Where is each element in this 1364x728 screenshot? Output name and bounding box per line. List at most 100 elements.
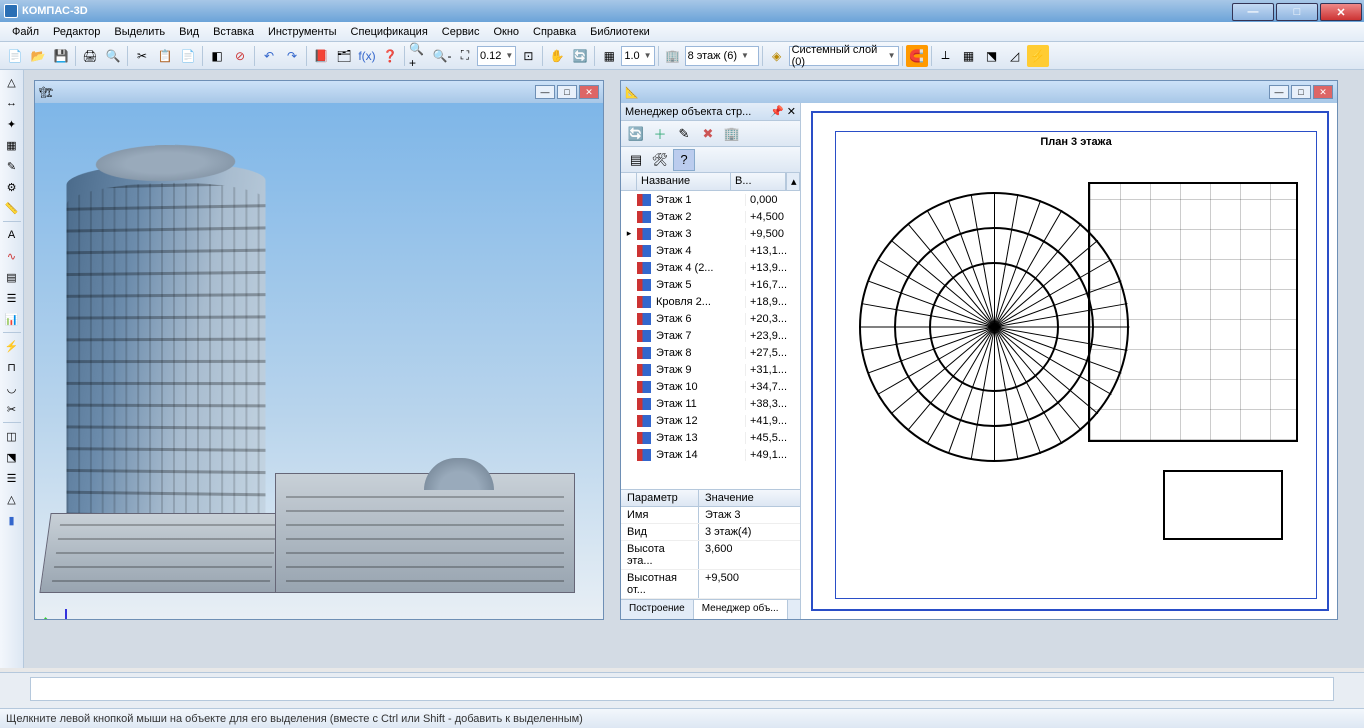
zoom-window-button[interactable]: ⛶ <box>454 45 476 67</box>
scale-combo[interactable]: 1.0▼ <box>621 46 654 66</box>
close-button[interactable]: ✕ <box>1320 3 1362 21</box>
settings-icon[interactable]: 🛠 <box>649 149 671 171</box>
menu-service[interactable]: Сервис <box>436 24 486 40</box>
menu-window[interactable]: Окно <box>487 24 525 40</box>
spec-icon[interactable]: ☰ <box>2 288 22 308</box>
3d-minimize-button[interactable]: — <box>535 85 555 99</box>
floor-row[interactable]: Этаж 10,000 <box>621 191 800 208</box>
manager-close-icon[interactable]: ✕ <box>787 106 796 118</box>
floor-row[interactable]: Этаж 4+13,1... <box>621 242 800 259</box>
add-button[interactable]: ＋ <box>649 123 671 145</box>
param-icon[interactable]: ⚙ <box>2 177 22 197</box>
floor-row[interactable]: ▸Этаж 3+9,500 <box>621 225 800 242</box>
edit-icon[interactable]: ✎ <box>2 156 22 176</box>
param-value[interactable]: Этаж 3 <box>699 507 800 523</box>
ortho-button[interactable]: ⬔ <box>981 45 1003 67</box>
snap-button[interactable]: 🧲 <box>906 45 928 67</box>
menu-libraries[interactable]: Библиотеки <box>584 24 656 40</box>
floor-row[interactable]: Этаж 11+38,3... <box>621 395 800 412</box>
building-button[interactable]: 🏢 <box>721 123 743 145</box>
zoom-out-button[interactable]: 🔍- <box>431 45 453 67</box>
cut-button[interactable]: ✂ <box>131 45 153 67</box>
column-icon[interactable]: ▮ <box>2 510 22 530</box>
dimension-icon[interactable]: ↔ <box>2 93 22 113</box>
param-row[interactable]: ИмяЭтаж 3 <box>621 507 800 524</box>
wall-icon[interactable]: ⊓ <box>2 357 22 377</box>
redo-button[interactable]: ↷ <box>281 45 303 67</box>
help-icon[interactable]: ? <box>673 149 695 171</box>
table-icon[interactable]: ▤ <box>2 267 22 287</box>
spline-icon[interactable]: ∿ <box>2 246 22 266</box>
floor-row[interactable]: Этаж 10+34,7... <box>621 378 800 395</box>
door-icon[interactable]: ⬔ <box>2 447 22 467</box>
2d-maximize-button[interactable]: □ <box>1291 85 1311 99</box>
delete-button[interactable]: ✖ <box>697 123 719 145</box>
pan-button[interactable]: ✋ <box>546 45 568 67</box>
3d-close-button[interactable]: ✕ <box>579 85 599 99</box>
symbol-icon[interactable]: ✦ <box>2 114 22 134</box>
3d-maximize-button[interactable]: □ <box>557 85 577 99</box>
menu-file[interactable]: Файл <box>6 24 45 40</box>
tab-manager[interactable]: Менеджер объ... <box>694 600 788 619</box>
floor-row[interactable]: Этаж 13+45,5... <box>621 429 800 446</box>
menu-insert[interactable]: Вставка <box>207 24 260 40</box>
library-button[interactable]: 📕 <box>310 45 332 67</box>
zoom-combo[interactable]: 0.12▼ <box>477 46 516 66</box>
floor-combo[interactable]: 8 этаж (6)▼ <box>685 46 759 66</box>
menu-help[interactable]: Справка <box>527 24 582 40</box>
2d-minimize-button[interactable]: — <box>1269 85 1289 99</box>
floor-row[interactable]: Этаж 12+41,9... <box>621 412 800 429</box>
floor-row[interactable]: Этаж 5+16,7... <box>621 276 800 293</box>
zoom-fit-button[interactable]: ⊡ <box>517 45 539 67</box>
2d-close-button[interactable]: ✕ <box>1313 85 1333 99</box>
param-value[interactable]: +9,500 <box>699 570 800 598</box>
stair-icon[interactable]: ☰ <box>2 468 22 488</box>
window-icon[interactable]: ◫ <box>2 426 22 446</box>
menu-select[interactable]: Выделить <box>108 24 171 40</box>
menu-spec[interactable]: Спецификация <box>345 24 434 40</box>
properties-button[interactable]: ◧ <box>206 45 228 67</box>
col-value[interactable]: В... <box>731 173 786 190</box>
arc-icon[interactable]: ◡ <box>2 378 22 398</box>
floor-row[interactable]: Этаж 14+49,1... <box>621 446 800 463</box>
measure-icon[interactable]: 📏 <box>2 198 22 218</box>
menu-view[interactable]: Вид <box>173 24 205 40</box>
command-input[interactable] <box>30 677 1334 701</box>
roof-icon[interactable]: △ <box>2 489 22 509</box>
round-button[interactable]: ◿ <box>1004 45 1026 67</box>
preview-button[interactable]: 🔍 <box>102 45 124 67</box>
report-icon[interactable]: 📊 <box>2 309 22 329</box>
dim-button[interactable]: ⟂ <box>935 45 957 67</box>
orbit-button[interactable]: 🔄 <box>569 45 591 67</box>
edit-button[interactable]: ✎ <box>673 123 695 145</box>
param-row[interactable]: Высота эта...3,600 <box>621 541 800 570</box>
param-row[interactable]: Вид3 этаж(4) <box>621 524 800 541</box>
param-value[interactable]: 3,600 <box>699 541 800 569</box>
trim-icon[interactable]: ✂ <box>2 399 22 419</box>
floor-row[interactable]: Этаж 7+23,9... <box>621 327 800 344</box>
drawing-viewport[interactable]: План 3 этажа <box>801 103 1337 619</box>
tab-construction[interactable]: Построение <box>621 600 694 619</box>
grid-button[interactable]: ▦ <box>598 45 620 67</box>
undo-button[interactable]: ↶ <box>258 45 280 67</box>
menu-editor[interactable]: Редактор <box>47 24 106 40</box>
manager-button[interactable]: 🗂 <box>333 45 355 67</box>
bolt-icon[interactable]: ⚡ <box>2 336 22 356</box>
3d-viewport[interactable] <box>35 103 603 619</box>
floor-row[interactable]: Этаж 6+20,3... <box>621 310 800 327</box>
floor-row[interactable]: Кровля 2...+18,9... <box>621 293 800 310</box>
param-value[interactable]: 3 этаж(4) <box>699 524 800 540</box>
menu-tools[interactable]: Инструменты <box>262 24 343 40</box>
print-button[interactable]: 🖨 <box>79 45 101 67</box>
floor-row[interactable]: Этаж 8+27,5... <box>621 344 800 361</box>
zoom-in-button[interactable]: 🔍+ <box>408 45 430 67</box>
floor-list[interactable]: Название В... ▴ Этаж 10,000Этаж 2+4,500▸… <box>621 173 800 489</box>
list-icon[interactable]: ▤ <box>625 149 647 171</box>
help-cursor-button[interactable]: ❓ <box>379 45 401 67</box>
hatch-icon[interactable]: ▦ <box>2 135 22 155</box>
refresh-button[interactable]: 🔄 <box>625 123 647 145</box>
text-icon[interactable]: A <box>2 225 22 245</box>
grid2-button[interactable]: ▦ <box>958 45 980 67</box>
layer-icon[interactable]: ◈ <box>766 45 788 67</box>
scroll-up-icon[interactable]: ▴ <box>786 173 800 190</box>
